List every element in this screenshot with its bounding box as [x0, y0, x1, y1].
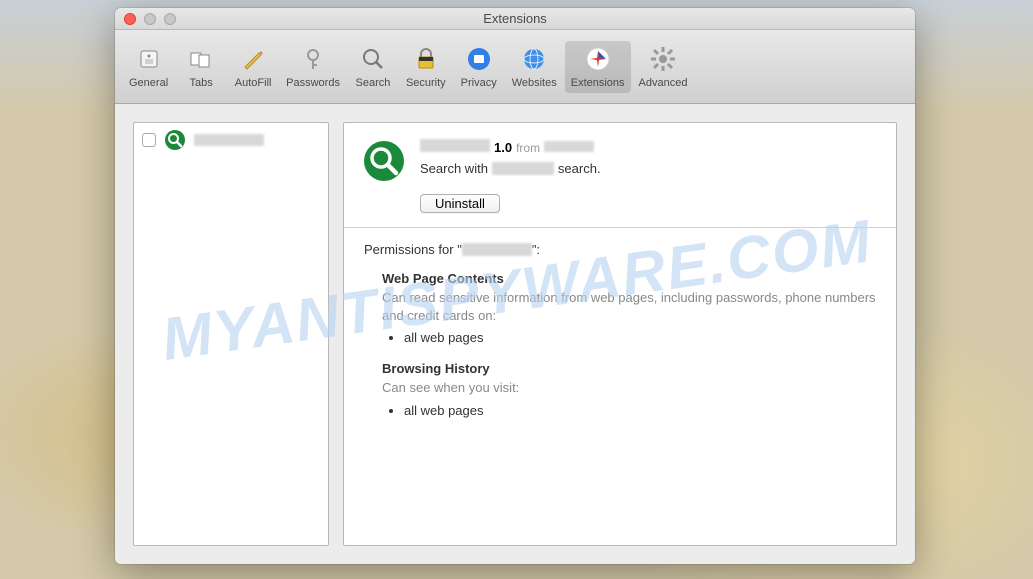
extension-icon: [164, 129, 186, 151]
tab-label: Tabs: [190, 77, 213, 89]
extension-description: Search with search.: [420, 161, 878, 176]
tab-general[interactable]: General: [123, 41, 174, 93]
permission-item: all web pages: [404, 403, 876, 418]
extension-icon-large: [362, 139, 406, 183]
tab-label: Passwords: [286, 77, 340, 89]
window-title: Extensions: [115, 11, 915, 26]
tab-label: Security: [406, 77, 446, 89]
permission-group: Browsing History Can see when you visit:…: [382, 361, 876, 418]
extension-name-redacted: [194, 134, 264, 146]
preferences-window: Extensions General Tabs AutoFill Passwor…: [115, 8, 915, 564]
tab-label: AutoFill: [235, 77, 272, 89]
extension-enable-checkbox[interactable]: [142, 133, 156, 147]
tab-passwords[interactable]: Passwords: [280, 41, 346, 93]
window-titlebar[interactable]: Extensions: [115, 8, 915, 30]
extension-name-redacted: [420, 139, 490, 152]
permission-description: Can read sensitive information from web …: [382, 289, 876, 324]
tab-tabs[interactable]: Tabs: [176, 41, 226, 93]
tab-extensions[interactable]: Extensions: [565, 41, 631, 93]
extension-header: 1.0 from Search with search. Uninstall: [344, 123, 896, 228]
desc-suffix: search.: [558, 161, 601, 176]
websites-icon: [520, 45, 548, 73]
permission-list: all web pages: [404, 330, 876, 345]
extension-author-redacted: [544, 141, 594, 152]
privacy-icon: [465, 45, 493, 73]
extension-info: 1.0 from Search with search. Uninstall: [420, 139, 878, 213]
passwords-icon: [299, 45, 327, 73]
content-area: 1.0 from Search with search. Uninstall P…: [115, 104, 915, 564]
close-button[interactable]: [124, 13, 136, 25]
permission-list: all web pages: [404, 403, 876, 418]
permission-item: all web pages: [404, 330, 876, 345]
tab-label: Extensions: [571, 77, 625, 89]
tab-search[interactable]: Search: [348, 41, 398, 93]
permission-heading: Web Page Contents: [382, 271, 876, 286]
extension-name-redacted: [492, 162, 554, 175]
permission-group: Web Page Contents Can read sensitive inf…: [382, 271, 876, 345]
tab-security[interactable]: Security: [400, 41, 452, 93]
advanced-icon: [649, 45, 677, 73]
search-icon: [359, 45, 387, 73]
general-icon: [135, 45, 163, 73]
permission-description: Can see when you visit:: [382, 379, 876, 397]
desc-prefix: Search with: [420, 161, 488, 176]
tab-label: General: [129, 77, 168, 89]
security-icon: [412, 45, 440, 73]
tabs-icon: [187, 45, 215, 73]
uninstall-button[interactable]: Uninstall: [420, 194, 500, 213]
preferences-toolbar: General Tabs AutoFill Passwords Search: [115, 30, 915, 104]
tab-label: Advanced: [639, 77, 688, 89]
traffic-lights: [124, 13, 176, 25]
extension-title-row: 1.0 from: [420, 139, 878, 155]
tab-privacy[interactable]: Privacy: [454, 41, 504, 93]
extension-list-item[interactable]: [134, 123, 328, 157]
extension-from-label: from: [516, 141, 540, 155]
tab-label: Websites: [512, 77, 557, 89]
extension-name-redacted: [462, 243, 532, 256]
perm-title-prefix: Permissions for ": [364, 242, 462, 257]
tab-advanced[interactable]: Advanced: [633, 41, 694, 93]
tab-autofill[interactable]: AutoFill: [228, 41, 278, 93]
tab-websites[interactable]: Websites: [506, 41, 563, 93]
maximize-button[interactable]: [164, 13, 176, 25]
tab-label: Privacy: [461, 77, 497, 89]
tab-label: Search: [356, 77, 391, 89]
autofill-icon: [239, 45, 267, 73]
permission-heading: Browsing History: [382, 361, 876, 376]
permissions-section: Permissions for " ": Web Page Contents C…: [344, 228, 896, 448]
minimize-button[interactable]: [144, 13, 156, 25]
perm-title-suffix: ":: [532, 242, 540, 257]
extension-details-panel: 1.0 from Search with search. Uninstall P…: [343, 122, 897, 546]
permissions-title: Permissions for " ":: [364, 242, 876, 257]
extensions-sidebar: [133, 122, 329, 546]
extensions-icon: [584, 45, 612, 73]
extension-version: 1.0: [494, 140, 512, 155]
